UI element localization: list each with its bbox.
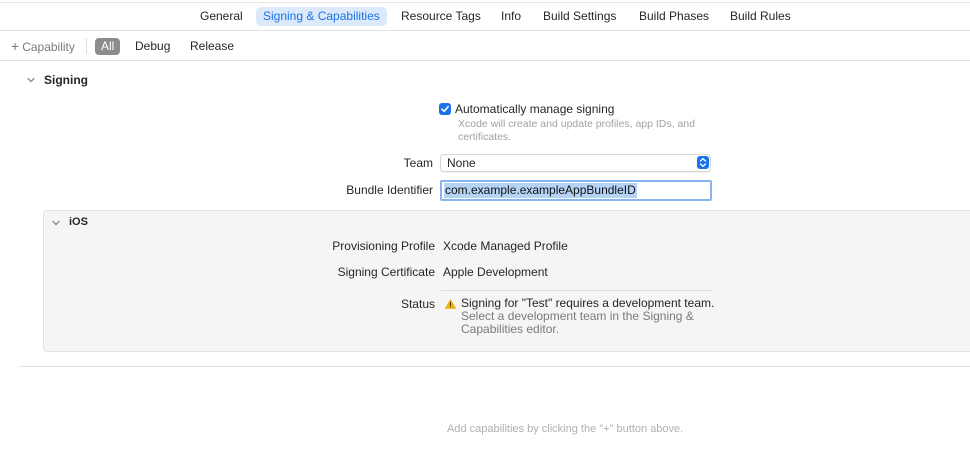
bundle-identifier-label: Bundle Identifier: [346, 183, 433, 197]
tab-build-settings[interactable]: Build Settings: [536, 7, 623, 26]
provisioning-profile-label: Provisioning Profile: [332, 239, 435, 253]
editor-tab-bar: General Signing & Capabilities Resource …: [0, 0, 970, 31]
plus-icon: +: [11, 38, 20, 54]
team-popup-button[interactable]: None: [440, 154, 711, 172]
empty-capabilities-hint: Add capabilities by clicking the "+" but…: [447, 423, 684, 435]
config-all-button[interactable]: All: [95, 38, 121, 55]
signing-disclosure-chevron-icon[interactable]: [26, 75, 36, 85]
tab-general[interactable]: General: [193, 7, 250, 26]
config-debug-button[interactable]: Debug: [135, 38, 170, 55]
add-capability-button[interactable]: + Capability: [11, 38, 75, 55]
auto-manage-hint-line2: certificates.: [458, 131, 512, 143]
signing-certificate-value: Apple Development: [443, 265, 548, 279]
tab-signing-capabilities[interactable]: Signing & Capabilities: [256, 7, 387, 26]
bundle-identifier-field[interactable]: com.example.exampleAppBundleID: [440, 180, 712, 201]
tab-build-rules[interactable]: Build Rules: [723, 7, 798, 26]
config-release-button[interactable]: Release: [190, 38, 234, 55]
add-capability-label: Capability: [22, 40, 75, 54]
provisioning-profile-value: Xcode Managed Profile: [443, 239, 568, 253]
status-message: Signing for "Test" requires a developmen…: [461, 297, 719, 336]
tab-build-phases[interactable]: Build Phases: [632, 7, 716, 26]
status-divider: [441, 290, 712, 291]
tab-resource-tags[interactable]: Resource Tags: [394, 7, 488, 26]
top-divider: [0, 2, 970, 3]
checkmark-icon: [441, 105, 449, 113]
bundle-identifier-value: com.example.exampleAppBundleID: [444, 183, 637, 198]
team-value: None: [447, 156, 476, 170]
auto-manage-signing-label: Automatically manage signing: [455, 102, 615, 116]
status-primary: Signing for "Test" requires a developmen…: [461, 296, 715, 310]
team-label: Team: [403, 156, 433, 170]
signing-certificate-label: Signing Certificate: [337, 265, 435, 279]
popup-stepper-icon: [697, 156, 709, 169]
signing-section-title: Signing: [44, 73, 88, 87]
ios-disclosure-chevron-icon[interactable]: [51, 218, 61, 228]
status-label: Status: [400, 297, 435, 311]
status-secondary: Select a development team in the Signing…: [461, 309, 694, 336]
filter-divider: [86, 38, 87, 54]
tab-info[interactable]: Info: [494, 7, 528, 26]
auto-manage-hint-line1: Xcode will create and update profiles, a…: [458, 118, 695, 130]
warning-icon: [445, 299, 456, 309]
auto-manage-signing-checkbox[interactable]: [439, 103, 451, 115]
section-bottom-divider: [19, 366, 970, 367]
ios-section-title: iOS: [69, 216, 88, 228]
